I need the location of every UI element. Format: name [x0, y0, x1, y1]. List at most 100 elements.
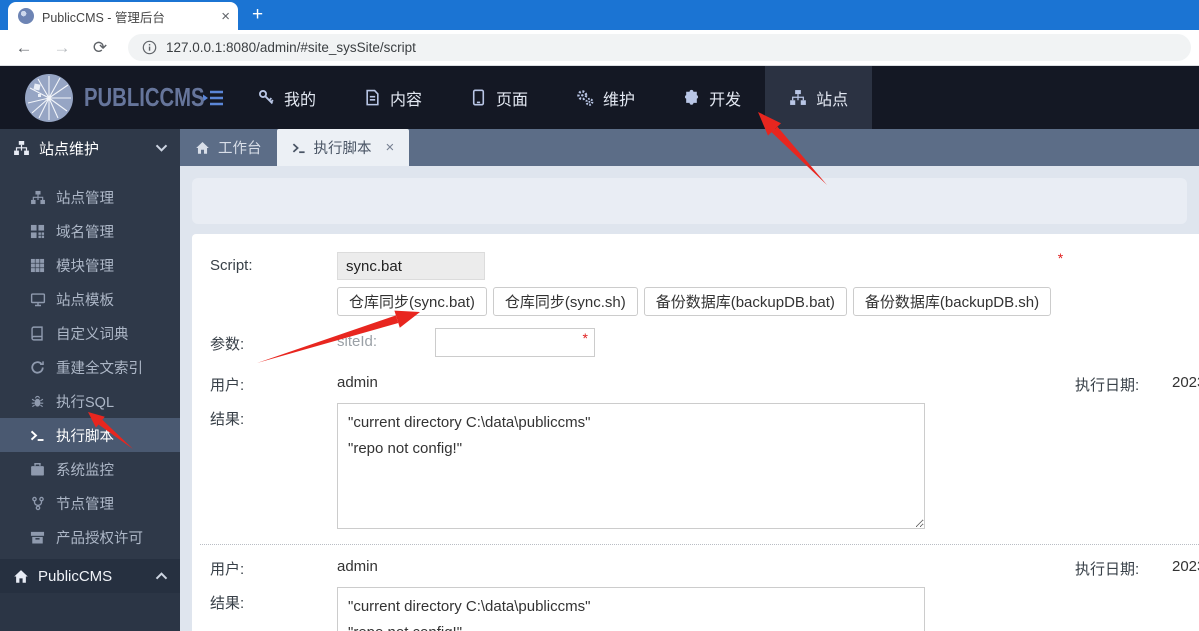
- sidebar-section-label: 站点维护: [39, 140, 100, 158]
- browser-tab-strip: PublicCMS - 管理后台 × +: [0, 0, 1199, 30]
- user-label: 用户:: [210, 377, 245, 394]
- top-menu-my[interactable]: 我的: [234, 66, 340, 129]
- toolbar-band: [192, 178, 1187, 224]
- top-menu-sites[interactable]: 站点: [765, 66, 873, 129]
- sidebar-section-site-maintenance[interactable]: 站点维护: [0, 129, 180, 167]
- sidebar-item-label: 节点管理: [56, 496, 114, 513]
- grid-icon: [29, 258, 46, 273]
- sidebar-item-label: 模块管理: [56, 258, 114, 275]
- new-tab-icon[interactable]: +: [252, 4, 263, 26]
- top-menu-develop[interactable]: 开发: [659, 66, 765, 129]
- siteid-input[interactable]: [435, 328, 595, 357]
- url-text: 127.0.0.1:8080/admin/#site_sysSite/scrip…: [166, 40, 416, 55]
- sidebar-item-label: 执行脚本: [56, 428, 114, 445]
- sitemap-icon: [789, 89, 807, 106]
- result-textarea[interactable]: "current directory C:\data\publiccms" "r…: [337, 403, 925, 529]
- sidebar-item-domain-management[interactable]: 域名管理: [0, 214, 180, 248]
- exec-date-value: 2023: [1172, 374, 1199, 391]
- sidebar-item-label: 站点模板: [56, 292, 114, 309]
- book-icon: [29, 325, 46, 341]
- sidebar-item-system-monitor[interactable]: 系统监控: [0, 452, 180, 486]
- user-value: admin: [337, 558, 378, 575]
- script-button-sync-sh[interactable]: 仓库同步(sync.sh): [492, 287, 638, 316]
- home-icon: [13, 569, 29, 584]
- address-bar[interactable]: 127.0.0.1:8080/admin/#site_sysSite/scrip…: [128, 34, 1191, 61]
- brand[interactable]: PUBLICCMS: [0, 66, 205, 129]
- sidebar-item-label: 域名管理: [56, 224, 114, 241]
- tab-close-icon[interactable]: ×: [221, 9, 230, 24]
- sidebar-item-execute-sql[interactable]: 执行SQL: [0, 384, 180, 418]
- sidebar-item-site-management[interactable]: 站点管理: [0, 180, 180, 214]
- info-icon[interactable]: [142, 40, 157, 55]
- chevron-down-icon: [155, 144, 168, 152]
- result-label: 结果:: [210, 595, 245, 612]
- exec-date-label: 执行日期:: [1075, 561, 1140, 578]
- tab-execute-script[interactable]: 执行脚本 ×: [276, 129, 410, 166]
- script-button-sync-bat[interactable]: 仓库同步(sync.bat): [337, 287, 487, 316]
- desktop-icon: [29, 292, 46, 307]
- sidebar-section-publiccms[interactable]: PublicCMS: [0, 559, 180, 593]
- collapse-menu-icon[interactable]: [202, 66, 224, 129]
- terminal-icon: [29, 428, 46, 443]
- script-form-card: Script: * 仓库同步(sync.bat) 仓库同步(sync.sh) 备…: [192, 234, 1199, 631]
- reload-icon[interactable]: ⟳: [90, 38, 110, 58]
- user-row: 用户: admin 执行日期: 2023: [210, 553, 1199, 579]
- sitemap-icon: [13, 140, 30, 156]
- terminal-icon: [292, 141, 306, 155]
- param-field-label: siteId:: [337, 333, 378, 350]
- result-row: 结果: "current directory C:\data\publiccms…: [210, 403, 1199, 529]
- user-row: 用户: admin 执行日期: 2023: [210, 369, 1199, 395]
- tab-close-icon[interactable]: ×: [386, 139, 395, 156]
- site-favicon: [18, 8, 34, 24]
- script-row: Script: * 仓库同步(sync.bat) 仓库同步(sync.sh) 备…: [210, 250, 1199, 316]
- key-icon: [258, 89, 275, 106]
- exec-date-group: 执行日期: 2023: [1075, 374, 1199, 395]
- file-text-icon: [364, 89, 381, 106]
- script-input[interactable]: [337, 252, 485, 280]
- result-textarea[interactable]: "current directory C:\data\publiccms" "r…: [337, 587, 925, 631]
- top-menu-label: 开发: [709, 91, 742, 109]
- sidebar-item-label: 自定义词典: [56, 326, 129, 343]
- exec-date-value: 2023: [1172, 558, 1199, 575]
- script-label: Script:: [210, 257, 253, 274]
- tab-label: 工作台: [218, 141, 262, 157]
- briefcase-icon: [29, 462, 46, 477]
- qrcode-icon: [29, 224, 46, 239]
- script-button-backupdb-bat[interactable]: 备份数据库(backupDB.bat): [643, 287, 847, 316]
- browser-toolbar: ← → ⟳ 127.0.0.1:8080/admin/#site_sysSite…: [0, 30, 1199, 66]
- top-menu-pages[interactable]: 页面: [446, 66, 552, 129]
- sidebar-item-execute-script[interactable]: 执行脚本: [0, 418, 180, 452]
- script-buttons-row: 仓库同步(sync.bat) 仓库同步(sync.sh) 备份数据库(backu…: [337, 287, 1052, 316]
- back-icon[interactable]: ←: [14, 38, 34, 58]
- sidebar-item-module-management[interactable]: 模块管理: [0, 248, 180, 282]
- top-menu-content[interactable]: 内容: [340, 66, 446, 129]
- app-top-nav: PUBLICCMS 我的 内容 页面 维护 开发 站点: [0, 66, 1199, 129]
- sidebar-item-rebuild-index[interactable]: 重建全文索引: [0, 350, 180, 384]
- sidebar-section-label: PublicCMS: [38, 567, 113, 585]
- sidebar-item-label: 执行SQL: [56, 394, 115, 411]
- publiccms-logo-icon: [25, 73, 73, 122]
- sidebar-item-label: 站点管理: [56, 190, 114, 207]
- required-mark: *: [1057, 250, 1064, 266]
- sidebar-item-product-license[interactable]: 产品授权许可: [0, 520, 180, 554]
- bug-icon: [29, 394, 46, 409]
- sidebar-item-label: 系统监控: [56, 462, 114, 479]
- script-button-backupdb-sh[interactable]: 备份数据库(backupDB.sh): [852, 287, 1052, 316]
- top-menu-label: 我的: [284, 91, 317, 109]
- archive-box-icon: [29, 530, 46, 545]
- top-menu-label: 站点: [816, 91, 849, 109]
- sitemap-icon: [29, 190, 46, 205]
- browser-tab-title: PublicCMS - 管理后台: [42, 10, 165, 25]
- top-menu-label: 页面: [496, 91, 529, 109]
- sidebar-item-node-management[interactable]: 节点管理: [0, 486, 180, 520]
- tab-workbench[interactable]: 工作台: [180, 129, 277, 166]
- sidebar-filler: [0, 593, 180, 631]
- sidebar-item-site-template[interactable]: 站点模板: [0, 282, 180, 316]
- browser-tab[interactable]: PublicCMS - 管理后台 ×: [8, 2, 238, 30]
- sidebar-item-custom-dictionary[interactable]: 自定义词典: [0, 316, 180, 350]
- result-label: 结果:: [210, 411, 245, 428]
- forward-icon[interactable]: →: [52, 38, 72, 58]
- user-label: 用户:: [210, 561, 245, 578]
- sidebar-item-label: 重建全文索引: [56, 360, 143, 377]
- top-menu-maintenance[interactable]: 维护: [552, 66, 659, 129]
